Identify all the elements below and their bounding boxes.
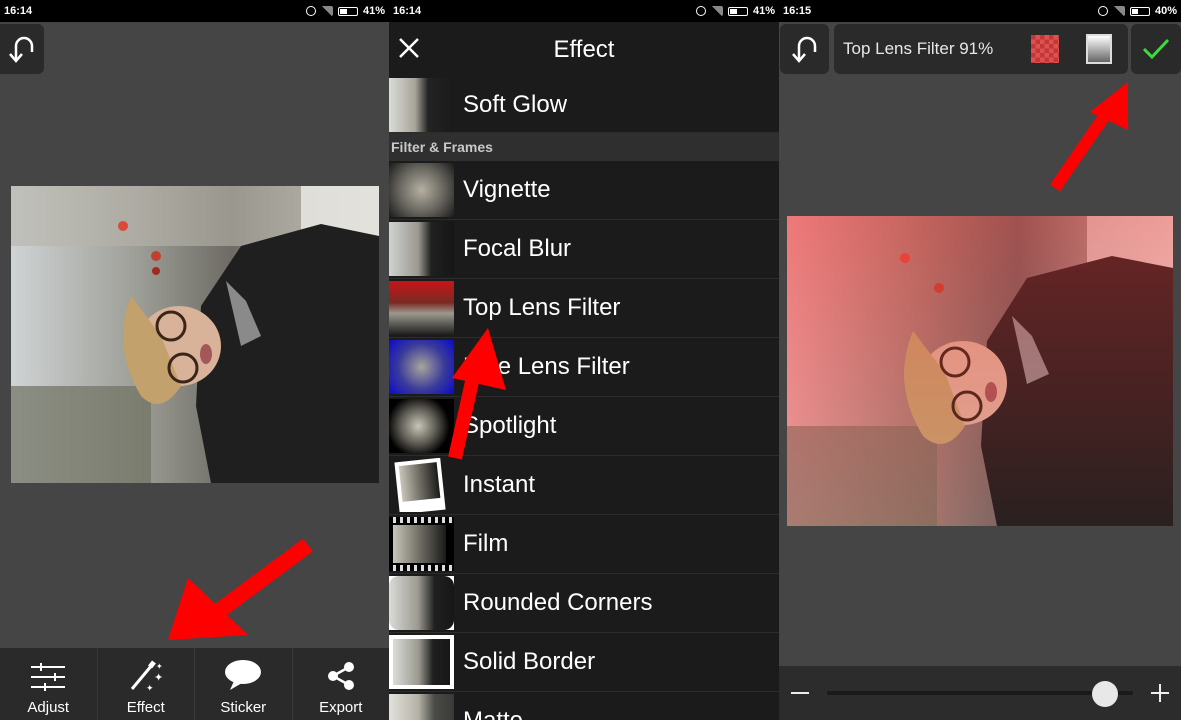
slider-thumb[interactable]: [1092, 681, 1119, 707]
export-tool-button[interactable]: Export: [293, 648, 390, 720]
signal-icon: [320, 6, 333, 16]
effect-label: Blue Lens Filter: [463, 353, 630, 380]
effect-item-solid-border[interactable]: Solid Border: [389, 633, 779, 692]
status-time: 16:14: [4, 5, 33, 17]
tool-label: Effect: [126, 699, 165, 716]
battery-percent: 40%: [1154, 5, 1177, 17]
editor-toolbar: Adjust ✦ ✦ ✦ Effect Sticker Export: [0, 648, 389, 720]
effect-thumbnail: [389, 635, 454, 689]
effect-item-vignette[interactable]: Vignette: [389, 161, 779, 220]
minus-icon[interactable]: [791, 692, 809, 694]
checkmark-icon: [1142, 38, 1170, 60]
battery-icon: [1129, 6, 1150, 16]
battery-percent: 41%: [752, 5, 775, 17]
filter-editor-screen: 16:15 40% Top Lens Filter 91%: [779, 0, 1181, 720]
effect-thumbnail: [389, 222, 454, 276]
share-icon: [327, 662, 354, 690]
status-bar: 16:15 40%: [779, 0, 1181, 22]
effect-item-soft-glow[interactable]: Soft Glow: [389, 77, 779, 133]
sliders-icon: [31, 663, 66, 691]
undo-button[interactable]: [780, 24, 829, 74]
effect-label: Soft Glow: [463, 90, 568, 118]
speech-bubble-icon: [225, 660, 262, 690]
photo-preview[interactable]: [787, 216, 1173, 526]
undo-button[interactable]: [0, 24, 44, 74]
filter-top-bar: Top Lens Filter 91%: [779, 24, 1181, 74]
filter-info-box: Top Lens Filter 91%: [834, 24, 1128, 74]
svg-text:✦: ✦: [146, 683, 154, 691]
adjust-tool-button[interactable]: Adjust: [0, 648, 98, 720]
alarm-icon: [305, 6, 316, 16]
alarm-icon: [1097, 6, 1108, 16]
battery-icon: [727, 6, 748, 16]
effect-label: Top Lens Filter: [463, 294, 621, 321]
filter-name: Top Lens Filter 91%: [843, 39, 994, 58]
svg-text:✦: ✦: [156, 662, 163, 671]
tool-label: Export: [319, 699, 363, 716]
effect-thumbnail: [389, 77, 454, 132]
intensity-slider-bar: [779, 666, 1181, 720]
effect-thumbnail: [389, 517, 454, 571]
effect-thumbnail: [389, 281, 454, 335]
status-time: 16:14: [393, 5, 422, 17]
undo-icon: [9, 36, 34, 63]
effect-label: Matte: [463, 707, 523, 720]
magic-wand-icon: ✦ ✦ ✦: [130, 660, 163, 691]
effect-thumbnail: [389, 163, 454, 217]
effect-label: Focal Blur: [463, 235, 572, 262]
effect-tool-button[interactable]: ✦ ✦ ✦ Effect: [98, 648, 195, 720]
effect-label: Film: [463, 530, 509, 557]
effect-thumbnail: [389, 399, 454, 453]
effect-list: Soft Glow Filter & Frames Vignette Focal…: [389, 77, 779, 720]
effect-label: Vignette: [463, 176, 551, 203]
battery-icon: [337, 6, 358, 16]
effect-item-blue-lens-filter[interactable]: Blue Lens Filter: [389, 338, 779, 397]
sticker-tool-button[interactable]: Sticker: [195, 648, 293, 720]
tool-label: Adjust: [27, 699, 70, 716]
effect-thumbnail: [389, 340, 454, 394]
screenshot-collage: 16:14 41% Adjust ✦ ✦ ✦ Effect Sticker Ex…: [0, 0, 1181, 720]
effect-item-spotlight[interactable]: Spotlight: [389, 397, 779, 456]
effect-thumbnail: [389, 576, 454, 630]
signal-icon: [1112, 6, 1125, 16]
effect-label: Solid Border: [463, 648, 596, 675]
status-bar: 16:14 41%: [0, 0, 389, 22]
effect-label: Rounded Corners: [463, 589, 653, 616]
alarm-icon: [695, 6, 706, 16]
gradient-mode-icon[interactable]: [1086, 34, 1112, 64]
effect-header: Effect: [389, 22, 779, 77]
effect-item-instant[interactable]: Instant: [389, 456, 779, 515]
effect-thumbnail: [389, 694, 454, 720]
effect-item-film[interactable]: Film: [389, 515, 779, 574]
effect-thumbnail: [389, 458, 454, 512]
tool-label: Sticker: [220, 699, 267, 716]
effect-item-focal-blur[interactable]: Focal Blur: [389, 220, 779, 279]
effect-screen: 16:14 41% Effect Soft Glow Filter & Fram…: [389, 0, 779, 720]
photo-preview[interactable]: [11, 186, 379, 483]
effect-item-rounded-corners[interactable]: Rounded Corners: [389, 574, 779, 633]
filter-color-swatch[interactable]: [1031, 35, 1059, 63]
intensity-slider[interactable]: [827, 691, 1133, 695]
effect-item-matte[interactable]: Matte: [389, 692, 779, 720]
battery-percent: 41%: [362, 5, 385, 17]
undo-icon: [791, 36, 816, 63]
effect-item-top-lens-filter[interactable]: Top Lens Filter: [389, 279, 779, 338]
svg-text:✦: ✦: [154, 672, 163, 684]
effect-label: Spotlight: [463, 412, 557, 439]
section-header: Filter & Frames: [389, 133, 779, 161]
effect-label: Instant: [463, 471, 536, 498]
confirm-button[interactable]: [1131, 24, 1181, 74]
page-title: Effect: [553, 35, 615, 63]
status-bar: 16:14 41%: [389, 0, 779, 22]
editor-screen: 16:14 41% Adjust ✦ ✦ ✦ Effect Sticker Ex…: [0, 0, 389, 720]
signal-icon: [710, 6, 723, 16]
status-time: 16:15: [783, 5, 812, 17]
